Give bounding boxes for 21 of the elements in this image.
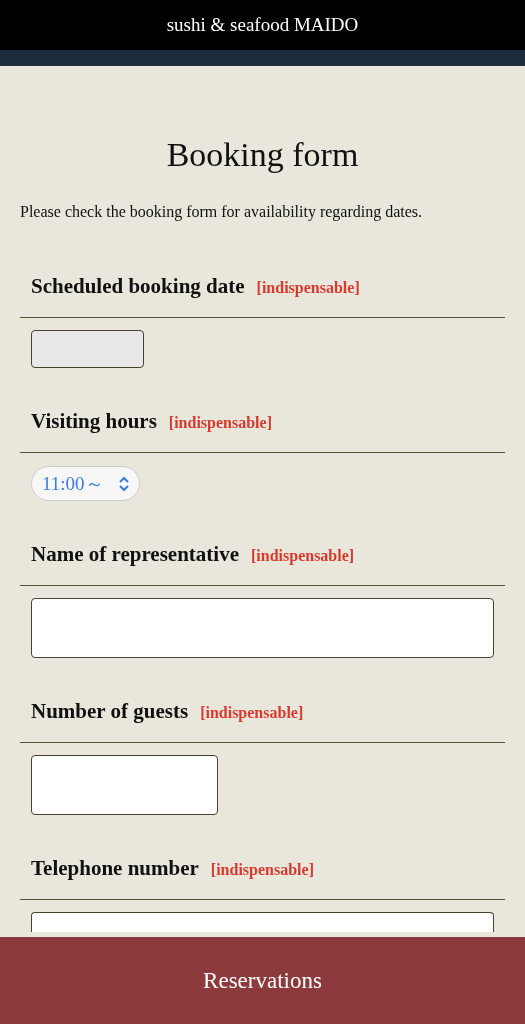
page-heading: Booking form (165, 135, 360, 175)
chevron-updown-icon (117, 475, 131, 492)
intro-text: Please check the booking form for availability regarding dates. (20, 202, 424, 222)
input-field[interactable] (31, 755, 218, 815)
reservations-button[interactable]: Reservations (0, 937, 525, 1024)
field-label: Scheduled booking date (31, 273, 245, 299)
input-field[interactable] (31, 912, 494, 932)
site-title: sushi & seafood MAIDO (166, 14, 359, 36)
time-select[interactable]: 11:00～ (31, 466, 140, 501)
required-tag: [indispensable] (210, 861, 314, 879)
date-field[interactable] (31, 330, 144, 368)
time-value: 11:00～ (42, 471, 104, 496)
field-label: Visiting hours (31, 408, 157, 434)
field-label: Number of guests (31, 698, 189, 724)
input-field[interactable] (31, 598, 494, 658)
required-tag: [indispensable] (168, 414, 272, 432)
required-tag: [indispensable] (200, 704, 304, 722)
field-label: Telephone number (31, 855, 199, 881)
required-tag: [indispensable] (251, 547, 355, 565)
field-label: Name of representative (31, 541, 239, 567)
required-tag: [indispensable] (256, 279, 360, 297)
